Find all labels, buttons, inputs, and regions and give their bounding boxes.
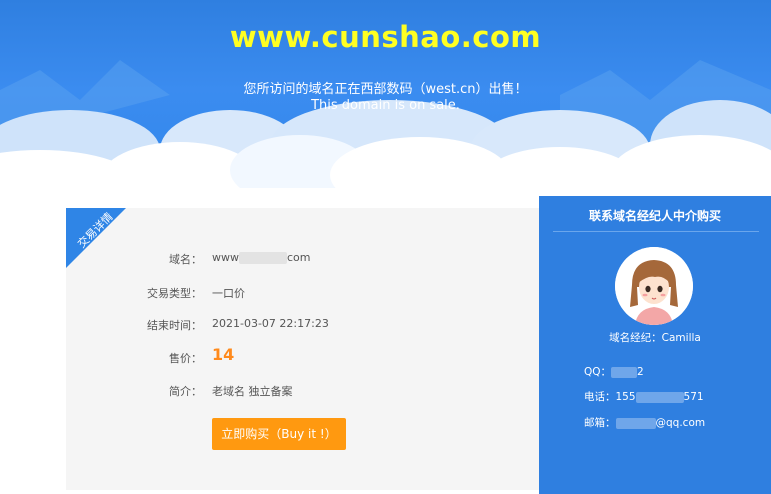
domain-value-start: www (212, 251, 239, 264)
broker-email-value-end: @qq.com (655, 417, 706, 429)
broker-name: 域名经纪：Camilla (609, 332, 701, 344)
domain-value: www com (212, 251, 311, 264)
broker-phone-value-end: 571 (683, 391, 704, 403)
trade-type-label: 交易类型： (147, 287, 202, 300)
redacted-mask (239, 252, 287, 264)
broker-email-label: 邮箱： (584, 417, 616, 429)
broker-phone: 电话：155 571 (584, 389, 704, 404)
broker-avatar (615, 247, 693, 325)
broker-title-divider (553, 231, 759, 232)
broker-email: 邮箱： @qq.com (584, 415, 705, 430)
end-time-label: 结束时间： (147, 319, 202, 332)
domain-value-end: com (287, 251, 311, 264)
broker-avatar-illustration (615, 247, 693, 325)
buy-now-button[interactable]: 立即购买（Buy it !） (212, 418, 346, 450)
broker-panel-title: 联系域名经纪人中介购买 (588, 209, 721, 223)
redacted-mask (635, 391, 684, 403)
broker-qq: QQ： 2 (584, 364, 644, 379)
price-label: 售价： (169, 352, 202, 365)
sale-notice-en: This domain is on sale. (311, 98, 460, 113)
sale-domain-title: www.cunshao.com (229, 20, 542, 54)
domain-label: 域名： (169, 253, 202, 266)
broker-phone-label: 电话： (584, 391, 616, 403)
end-time-value: 2021-03-07 22:17:23 (212, 317, 329, 330)
trade-type-value: 一口价 (212, 287, 245, 300)
broker-qq-label: QQ： (584, 366, 612, 378)
description-value: 老域名 独立备案 (212, 385, 293, 398)
redacted-mask (615, 417, 656, 429)
redacted-mask (611, 366, 638, 378)
description-label: 简介： (169, 385, 202, 398)
broker-qq-value-end: 2 (637, 366, 644, 378)
broker-phone-value-start: 155 (615, 391, 636, 403)
sale-notice-cn: 您所访问的域名正在西部数码（west.cn）出售！ (243, 82, 528, 97)
price-value: 14 (212, 345, 235, 364)
broker-contact-panel (539, 196, 771, 494)
